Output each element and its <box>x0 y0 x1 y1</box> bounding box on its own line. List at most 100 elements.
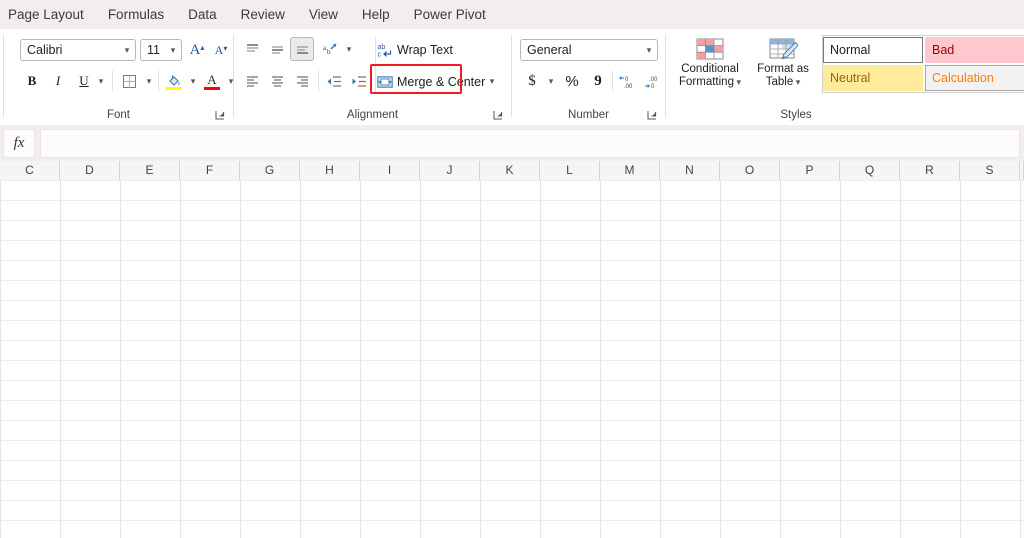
merge-cells-icon <box>377 75 393 88</box>
column-header-M[interactable]: M <box>600 161 660 180</box>
svg-text:ab: ab <box>378 44 386 51</box>
borders-icon <box>122 74 136 88</box>
divider <box>158 71 159 91</box>
column-header-S[interactable]: S <box>960 161 1020 180</box>
cell-style-bad[interactable]: Bad <box>925 37 1024 63</box>
grid-row-line <box>0 300 1024 301</box>
column-header-partial[interactable] <box>1020 161 1024 180</box>
column-header-R[interactable]: R <box>900 161 960 180</box>
insert-function-button[interactable]: fx <box>3 129 35 158</box>
chevron-down-icon: ▾ <box>190 75 196 86</box>
column-header-H[interactable]: H <box>300 161 360 180</box>
column-header-P[interactable]: P <box>780 161 840 180</box>
column-header-L[interactable]: L <box>540 161 600 180</box>
bold-button[interactable]: B <box>20 69 44 93</box>
format-as-table-label-line1: Format as <box>757 63 809 75</box>
increase-indent-button[interactable] <box>347 69 371 93</box>
grid-row-line <box>0 220 1024 221</box>
merge-and-center-dropdown-button[interactable]: ▾ <box>484 69 500 94</box>
align-center-button[interactable] <box>265 69 289 93</box>
decrease-indent-button[interactable] <box>322 69 346 93</box>
grid-row-line <box>0 260 1024 261</box>
alignment-dialog-launcher[interactable] <box>493 110 505 122</box>
ribbon-tab-review[interactable]: Review <box>229 0 297 29</box>
decrease-font-size-button[interactable]: A ▾ <box>210 39 232 61</box>
cell-style-neutral[interactable]: Neutral <box>823 65 923 91</box>
grid-column-line <box>660 180 661 538</box>
cell-style-normal[interactable]: Normal <box>823 37 923 63</box>
ribbon-tab-power-pivot[interactable]: Power Pivot <box>402 0 498 29</box>
align-left-button[interactable] <box>240 69 264 93</box>
formula-bar: fx <box>0 125 1024 161</box>
column-header-J[interactable]: J <box>420 161 480 180</box>
number-format-combo[interactable]: General ▾ <box>520 39 658 61</box>
increase-decimal-button[interactable]: 0 .00 <box>616 69 640 94</box>
column-header-K[interactable]: K <box>480 161 540 180</box>
decrease-decimal-button[interactable]: .00 0 <box>641 69 665 94</box>
merge-and-center-button[interactable]: Merge & Center <box>372 69 485 94</box>
accounting-dropdown-button[interactable]: ▾ <box>544 69 558 94</box>
underline-dropdown-button[interactable]: ▾ <box>94 69 108 93</box>
align-left-icon <box>246 75 258 87</box>
font-color-button[interactable]: A <box>200 69 224 93</box>
column-header-F[interactable]: F <box>180 161 240 180</box>
italic-button[interactable]: I <box>46 69 70 93</box>
increase-font-size-button[interactable]: A ▴ <box>186 39 208 61</box>
chevron-down-icon: ▾ <box>124 44 130 55</box>
ribbon-tab-view[interactable]: View <box>297 0 350 29</box>
font-color-swatch <box>204 87 220 90</box>
column-header-label: E <box>145 163 154 177</box>
font-size-combo[interactable]: 11 ▾ <box>140 39 182 61</box>
ribbon-tab-data[interactable]: Data <box>176 0 229 29</box>
grid-column-line <box>480 180 481 538</box>
align-top-button[interactable] <box>240 37 264 61</box>
font-name-combo[interactable]: Calibri ▾ <box>20 39 136 61</box>
accounting-format-button[interactable]: $ <box>520 69 544 94</box>
formula-input[interactable] <box>40 129 1020 158</box>
orientation-dropdown-button[interactable]: ▾ <box>342 37 356 61</box>
ribbon-tab-page-layout[interactable]: Page Layout <box>0 0 96 29</box>
column-header-I[interactable]: I <box>360 161 420 180</box>
increase-indent-icon <box>352 75 366 87</box>
column-header-label: I <box>387 163 392 177</box>
conditional-formatting-button[interactable]: Conditional Formatting ▾ <box>674 33 746 99</box>
font-group-body: Calibri ▾ 11 ▾ A ▴ A ▾ B I U ▾ ▾ ▾ A ▾ <box>4 29 233 105</box>
wrap-text-icon: ab c <box>378 44 392 58</box>
font-size-value: 11 <box>147 43 160 57</box>
column-header-D[interactable]: D <box>60 161 120 180</box>
percent-format-button[interactable]: % <box>560 69 584 94</box>
cell-styles-gallery[interactable]: NormalBadGoodNeutralCalculationCheck Cel… <box>822 35 1024 93</box>
column-headers: C D E F G H I J K L M N O P Q R S <box>0 161 1024 181</box>
borders-button[interactable] <box>116 69 142 93</box>
ribbon-tab-help[interactable]: Help <box>350 0 402 29</box>
font-group-label: Font <box>106 109 130 121</box>
format-as-table-button[interactable]: Format as Table ▾ <box>750 33 816 99</box>
underline-button[interactable]: U <box>72 69 96 93</box>
align-middle-icon <box>271 45 283 54</box>
grid-row-line <box>0 420 1024 421</box>
svg-text:b: b <box>327 48 331 56</box>
column-header-C[interactable]: C <box>0 161 60 180</box>
align-middle-button[interactable] <box>265 37 289 61</box>
orientation-button[interactable]: a b <box>318 37 342 61</box>
cell-style-label: Bad <box>932 43 955 57</box>
number-dialog-launcher[interactable] <box>647 110 659 122</box>
align-right-button[interactable] <box>290 69 314 93</box>
borders-dropdown-button[interactable]: ▾ <box>142 69 156 93</box>
font-dialog-launcher[interactable] <box>215 110 227 122</box>
ribbon-tab-formulas[interactable]: Formulas <box>96 0 176 29</box>
column-header-Q[interactable]: Q <box>840 161 900 180</box>
fill-color-button[interactable] <box>162 69 186 93</box>
column-header-N[interactable]: N <box>660 161 720 180</box>
comma-format-button[interactable]: 9 <box>586 69 610 94</box>
wrap-text-button[interactable]: ab c Wrap Text <box>372 37 460 62</box>
column-header-E[interactable]: E <box>120 161 180 180</box>
divider <box>112 71 113 91</box>
column-header-G[interactable]: G <box>240 161 300 180</box>
column-header-O[interactable]: O <box>720 161 780 180</box>
fill-color-dropdown-button[interactable]: ▾ <box>186 69 200 93</box>
cell-style-calculation[interactable]: Calculation <box>925 65 1024 91</box>
align-bottom-button[interactable] <box>290 37 314 61</box>
spreadsheet-grid[interactable] <box>0 180 1024 538</box>
column-header-label: M <box>624 163 635 177</box>
